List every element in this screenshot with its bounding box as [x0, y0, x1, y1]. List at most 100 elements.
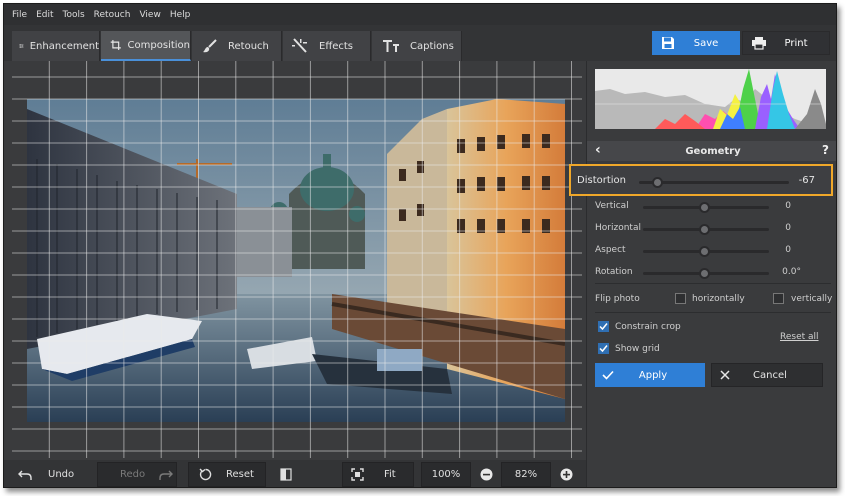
tab-captions[interactable]: Captions — [372, 31, 462, 61]
rotation-label: Rotation — [595, 267, 633, 277]
vertical-label: Vertical — [595, 201, 629, 211]
sliders-icon — [19, 44, 24, 48]
tab-bar: Enhancement Composition Retouch Effects … — [4, 25, 836, 61]
magic-wand-icon — [292, 38, 307, 53]
zoom-100-label: 100% — [431, 469, 461, 480]
distortion-slider[interactable]: Distortion -67 — [577, 172, 827, 192]
undo-label: Undo — [48, 469, 75, 480]
close-icon — [720, 370, 730, 380]
horizontal-slider[interactable]: Horizontal 0 — [595, 219, 831, 239]
check-icon — [599, 323, 608, 331]
aspect-knob[interactable] — [699, 246, 710, 257]
redo-label: Redo — [120, 469, 146, 480]
zoom-value-label: 82% — [514, 469, 538, 480]
printer-icon — [752, 37, 766, 50]
show-grid-checkbox[interactable] — [598, 343, 609, 354]
save-button[interactable]: Save — [652, 31, 740, 55]
menu-retouch[interactable]: Retouch — [94, 10, 131, 20]
zoom-out-button[interactable] — [476, 462, 496, 487]
horizontal-knob[interactable] — [699, 224, 710, 235]
flip-horizontal-checkbox[interactable] — [675, 293, 686, 304]
app-window: File Edit Tools Retouch View Help Enhanc… — [3, 3, 837, 488]
constrain-crop-label: Constrain crop — [615, 322, 681, 332]
distortion-knob[interactable] — [651, 177, 663, 188]
redo-arrow-icon — [159, 470, 174, 480]
geometry-panel: ‹ Geometry ? Distortion -67 Vertical 0 H… — [569, 61, 836, 487]
apply-label: Apply — [638, 369, 668, 381]
chevron-left-icon[interactable]: ‹ — [595, 142, 601, 158]
undo-arrow-icon — [18, 470, 32, 480]
aspect-label: Aspect — [595, 245, 626, 255]
cancel-button[interactable]: Cancel — [711, 363, 823, 387]
tab-enhancement[interactable]: Enhancement — [12, 31, 100, 61]
menu-bar: File Edit Tools Retouch View Help — [4, 4, 836, 25]
cancel-label: Cancel — [753, 369, 787, 381]
compare-button[interactable] — [274, 462, 298, 487]
text-icon — [383, 40, 399, 52]
aspect-value: 0 — [785, 245, 791, 255]
zoom-100-button[interactable]: 100% — [421, 462, 471, 487]
histogram — [595, 69, 826, 129]
plus-icon — [560, 468, 572, 481]
print-button[interactable]: Print — [742, 31, 830, 55]
horizontal-value: 0 — [785, 223, 791, 233]
save-label: Save — [693, 37, 719, 49]
distortion-label: Distortion — [577, 175, 626, 186]
composition-grid — [12, 61, 582, 458]
geometry-title: Geometry — [685, 145, 741, 157]
divider — [595, 312, 831, 313]
constrain-crop-checkbox[interactable] — [598, 321, 609, 332]
check-icon — [602, 370, 614, 380]
crop-icon — [110, 39, 121, 51]
tab-retouch[interactable]: Retouch — [192, 31, 282, 61]
brush-icon — [203, 39, 217, 53]
tab-retouch-label: Retouch — [228, 40, 269, 52]
vertical-value: 0 — [785, 201, 791, 211]
help-icon[interactable]: ? — [822, 143, 829, 157]
zoom-in-button[interactable] — [556, 462, 576, 487]
tab-effects-label: Effects — [319, 40, 353, 52]
undo-button[interactable]: Undo — [12, 462, 94, 487]
compare-icon — [280, 468, 292, 481]
menu-view[interactable]: View — [139, 10, 160, 20]
tab-enhancement-label: Enhancement — [29, 40, 99, 52]
reset-button[interactable]: Reset — [188, 462, 266, 487]
floppy-disk-icon — [662, 37, 674, 49]
geometry-header: ‹ Geometry ? — [587, 141, 836, 161]
check-icon — [599, 345, 608, 353]
horizontal-label: Horizontal — [595, 223, 641, 233]
fit-label: Fit — [384, 469, 396, 480]
bottom-toolbar: Undo Redo Reset Fit 100% 82% — [4, 460, 586, 487]
rotation-knob[interactable] — [699, 268, 710, 279]
reset-all-link[interactable]: Reset all — [780, 332, 819, 342]
menu-help[interactable]: Help — [170, 10, 191, 20]
fit-button[interactable]: Fit — [342, 462, 414, 487]
rotation-slider[interactable]: Rotation 0.0° — [595, 263, 831, 283]
tab-composition-label: Composition — [127, 39, 190, 51]
vertical-slider[interactable]: Vertical 0 — [595, 197, 831, 217]
vertical-knob[interactable] — [699, 202, 710, 213]
flip-vertical-checkbox[interactable] — [773, 293, 784, 304]
distortion-value: -67 — [798, 175, 815, 186]
fit-screen-icon — [351, 468, 364, 481]
redo-button[interactable]: Redo — [97, 462, 177, 487]
minus-icon — [480, 468, 492, 481]
reset-icon — [199, 468, 212, 481]
divider — [595, 283, 831, 284]
aspect-slider[interactable]: Aspect 0 — [595, 241, 831, 261]
flip-photo-label: Flip photo — [595, 294, 640, 304]
photo-canvas[interactable] — [12, 61, 582, 458]
apply-button[interactable]: Apply — [595, 363, 705, 387]
tab-captions-label: Captions — [410, 40, 454, 52]
tab-composition[interactable]: Composition — [101, 31, 191, 61]
show-grid-label: Show grid — [615, 344, 660, 354]
flip-horizontal-label: horizontally — [692, 294, 745, 304]
menu-file[interactable]: File — [12, 10, 27, 20]
reset-label: Reset — [226, 469, 254, 480]
print-label: Print — [784, 37, 808, 49]
tab-effects[interactable]: Effects — [283, 31, 371, 61]
zoom-value[interactable]: 82% — [501, 462, 551, 487]
menu-tools[interactable]: Tools — [63, 10, 85, 20]
menu-edit[interactable]: Edit — [36, 10, 53, 20]
flip-vertical-label: vertically — [791, 294, 833, 304]
